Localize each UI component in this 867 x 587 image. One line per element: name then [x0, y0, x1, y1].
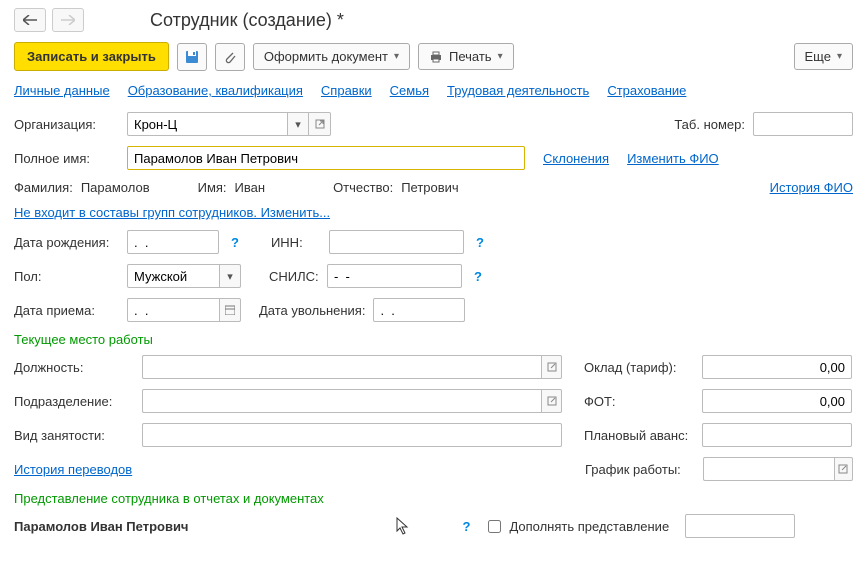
hire-label: Дата приема: — [14, 303, 119, 318]
print-button[interactable]: Печать — [418, 43, 514, 70]
org-label: Организация: — [14, 117, 119, 132]
patronymic-value: Петрович — [401, 180, 459, 195]
birth-help[interactable]: ? — [227, 235, 243, 250]
employment-input[interactable] — [142, 423, 562, 447]
schedule-label: График работы: — [585, 462, 695, 477]
tab-work[interactable]: Трудовая деятельность — [447, 83, 589, 98]
supplement-checkbox[interactable] — [488, 520, 501, 533]
back-button[interactable] — [14, 8, 46, 32]
supplement-input[interactable] — [685, 514, 795, 538]
gender-input[interactable] — [127, 264, 219, 288]
org-input[interactable] — [127, 112, 287, 136]
print-label: Печать — [449, 49, 492, 64]
tab-personal[interactable]: Личные данные — [14, 83, 110, 98]
department-open-button[interactable] — [541, 389, 562, 413]
save-icon — [185, 50, 199, 64]
fot-input[interactable] — [702, 389, 852, 413]
inn-help[interactable]: ? — [472, 235, 488, 250]
rep-name: Парамолов Иван Петрович — [14, 519, 188, 534]
arrow-left-icon — [23, 15, 37, 25]
position-open-button[interactable] — [541, 355, 562, 379]
position-input[interactable] — [142, 355, 541, 379]
open-icon — [547, 362, 557, 372]
hire-input[interactable] — [127, 298, 219, 322]
birth-label: Дата рождения: — [14, 235, 119, 250]
department-label: Подразделение: — [14, 394, 134, 409]
rep-help[interactable]: ? — [458, 519, 474, 534]
groups-link[interactable]: Не входит в составы групп сотрудников. И… — [14, 205, 330, 220]
salary-input[interactable] — [702, 355, 852, 379]
open-icon — [547, 396, 557, 406]
open-icon — [838, 464, 848, 474]
surname-label: Фамилия: — [14, 180, 73, 195]
inn-input[interactable] — [329, 230, 464, 254]
advance-input[interactable] — [702, 423, 852, 447]
arrow-right-icon — [61, 15, 75, 25]
employment-label: Вид занятости: — [14, 428, 134, 443]
forward-button[interactable] — [52, 8, 84, 32]
fire-label: Дата увольнения: — [259, 303, 365, 318]
save-close-button[interactable]: Записать и закрыть — [14, 42, 169, 71]
snils-help[interactable]: ? — [470, 269, 486, 284]
tabnum-input[interactable] — [753, 112, 853, 136]
surname-value: Парамолов — [81, 180, 150, 195]
schedule-input[interactable] — [703, 457, 834, 481]
name-label: Имя: — [198, 180, 227, 195]
tab-family[interactable]: Семья — [390, 83, 429, 98]
tab-insurance[interactable]: Страхование — [607, 83, 686, 98]
fot-label: ФОТ: — [584, 394, 694, 409]
attach-button[interactable] — [215, 43, 245, 71]
cursor-icon — [396, 517, 410, 535]
create-doc-button[interactable]: Оформить документ — [253, 43, 410, 70]
fio-history-link[interactable]: История ФИО — [770, 180, 853, 195]
page-title: Сотрудник (создание) * — [150, 10, 344, 31]
org-open-button[interactable] — [309, 112, 331, 136]
salary-label: Оклад (тариф): — [584, 360, 694, 375]
paperclip-icon — [223, 50, 237, 64]
workplace-section: Текущее место работы — [14, 332, 853, 347]
gender-label: Пол: — [14, 269, 119, 284]
advance-label: Плановый аванс: — [584, 428, 694, 443]
open-icon — [315, 119, 325, 129]
tab-certs[interactable]: Справки — [321, 83, 372, 98]
print-icon — [429, 51, 443, 63]
birth-input[interactable] — [127, 230, 219, 254]
name-value: Иван — [235, 180, 266, 195]
org-dropdown-button[interactable]: ▾ — [287, 112, 309, 136]
tabnum-label: Таб. номер: — [674, 117, 745, 132]
position-label: Должность: — [14, 360, 134, 375]
declension-link[interactable]: Склонения — [543, 151, 609, 166]
snils-input[interactable] — [327, 264, 462, 288]
schedule-open-button[interactable] — [834, 457, 853, 481]
calendar-icon — [225, 305, 235, 315]
tab-education[interactable]: Образование, квалификация — [128, 83, 303, 98]
gender-dropdown-button[interactable]: ▾ — [219, 264, 241, 288]
transfers-link[interactable]: История переводов — [14, 462, 132, 477]
snils-label: СНИЛС: — [269, 269, 319, 284]
more-button[interactable]: Еще — [794, 43, 853, 70]
representation-section: Представление сотрудника в отчетах и док… — [14, 491, 853, 506]
change-fio-link[interactable]: Изменить ФИО — [627, 151, 719, 166]
hire-calendar-button[interactable] — [219, 298, 241, 322]
fire-input[interactable] — [373, 298, 465, 322]
fullname-label: Полное имя: — [14, 151, 119, 166]
department-input[interactable] — [142, 389, 541, 413]
save-button[interactable] — [177, 43, 207, 71]
patronymic-label: Отчество: — [333, 180, 393, 195]
inn-label: ИНН: — [271, 235, 321, 250]
supplement-label: Дополнять представление — [509, 519, 669, 534]
fullname-input[interactable] — [127, 146, 525, 170]
